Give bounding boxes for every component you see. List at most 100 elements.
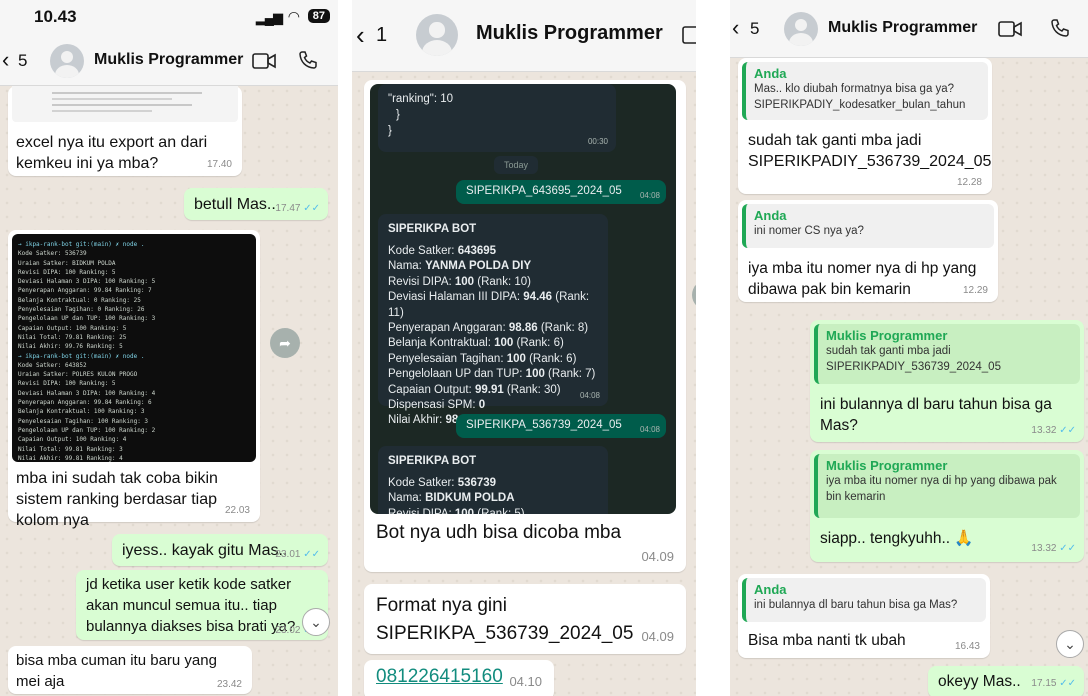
message-text: sudah tak ganti mba jadi SIPERIKPADIY_53… xyxy=(748,132,992,170)
message-text: iya mba itu nomer nya di hp yang dibawa … xyxy=(748,260,977,298)
message-time: 13.32 xyxy=(1031,425,1057,436)
message-outgoing[interactable]: iyess.. kayak gitu Mas.. 23.01 ✓✓ xyxy=(112,534,328,566)
reply-message-incoming[interactable]: Anda Mas.. klo diubah formatnya bisa ga … xyxy=(738,58,992,194)
message-outgoing[interactable]: okeyy Mas.. 17.15 ✓✓ xyxy=(928,666,1084,696)
bot-reply-lines: Kode Satker: 536739 Nama: BIDKUM POLDA Rev… xyxy=(388,476,525,514)
field-label: Pengelolaan UP dan TUP: xyxy=(388,368,526,381)
phone-number-link[interactable]: 081226415160 xyxy=(376,666,503,688)
field-rank: (Rank: 30) xyxy=(503,383,561,396)
avatar[interactable] xyxy=(416,14,458,56)
quoted-message[interactable]: Anda Mas.. klo diubah formatnya bisa ga … xyxy=(742,62,988,120)
bot-chat-screenshot[interactable]: "ranking": 10 } } 00:30 Today SIPERIKPA_… xyxy=(370,84,676,514)
date-divider: Today xyxy=(494,156,539,174)
avatar[interactable] xyxy=(784,12,818,46)
terminal-line: → ikpa-rank-bot git:(main) ✗ node . xyxy=(18,241,145,248)
scroll-down-icon[interactable]: ⌄ xyxy=(1056,630,1084,658)
quoted-message[interactable]: Anda ini nomer CS nya ya? xyxy=(742,204,994,248)
back-unread-count[interactable]: 5 xyxy=(18,51,27,71)
field-label: Deviasi Halaman III DIPA: xyxy=(388,291,524,304)
read-ticks-icon: ✓✓ xyxy=(303,549,320,560)
quoted-author: Anda xyxy=(754,582,787,597)
quoted-author: Muklis Programmer xyxy=(826,328,948,343)
read-ticks-icon: ✓✓ xyxy=(1059,678,1076,689)
reply-message-outgoing[interactable]: Muklis Programmer sudah tak ganti mba ja… xyxy=(810,320,1084,442)
terminal-line: Nilai Total: 79.81 Ranking: 25 xyxy=(18,333,127,341)
read-ticks-icon: ✓✓ xyxy=(303,203,320,214)
message-text: Format nya gini SIPERIKPA_536739_2024_05 xyxy=(376,595,634,644)
field-value: 643695 xyxy=(457,245,497,257)
message-time: 12.28 xyxy=(956,177,982,188)
field-label: Kode Satker: xyxy=(388,245,458,257)
message-incoming[interactable]: excel nya itu export an dari kemkeu ini … xyxy=(8,86,242,176)
field-label: Belanja Kontraktual: xyxy=(388,337,495,350)
message-incoming[interactable]: bisa mba cuman itu baru yang mei aja 23.… xyxy=(8,646,252,694)
message-incoming-image[interactable]: "ranking": 10 } } 00:30 Today SIPERIKPA_… xyxy=(364,80,686,572)
message-outgoing[interactable]: jd ketika user ketik kode satker akan mu… xyxy=(76,570,328,640)
video-call-icon[interactable] xyxy=(252,52,276,70)
field-value: BIDKUM POLDA xyxy=(425,492,515,505)
terminal-line: Deviasi Halaman 3 DIPA: 100 Ranking: 4 xyxy=(18,389,156,397)
terminal-line: Penyerapan Anggaran: 99.84 Ranking: 7 xyxy=(18,287,152,295)
quoted-message[interactable]: Muklis Programmer iya mba itu nomer nya … xyxy=(814,454,1080,518)
forward-icon[interactable]: ➦ xyxy=(270,328,300,358)
field-value: YANMA POLDA DIY xyxy=(425,260,532,273)
field-rank: (Rank: 6) xyxy=(513,337,564,350)
message-incoming[interactable]: Format nya gini SIPERIKPA_536739_2024_05… xyxy=(364,584,686,654)
bot-reply-line: Nama: YANMA POLDA DIY xyxy=(388,259,608,274)
reply-message-incoming[interactable]: Anda ini nomer CS nya ya? iya mba itu no… xyxy=(738,200,998,302)
message-outgoing[interactable]: betull Mas.. 17.47 ✓✓ xyxy=(184,188,328,220)
quoted-message[interactable]: Anda ini bulannya dl baru tahun bisa ga … xyxy=(742,578,986,622)
message-incoming-image[interactable]: → ikpa-rank-bot git:(main) ✗ node . Kode … xyxy=(8,230,260,529)
contact-name[interactable]: Muklis Programmer xyxy=(94,51,243,69)
reply-message-outgoing[interactable]: Muklis Programmer iya mba itu nomer nya … xyxy=(810,450,1084,562)
reply-message-incoming[interactable]: Anda ini bulannya dl baru tahun bisa ga … xyxy=(738,574,990,658)
back-chevron-icon[interactable]: ‹ xyxy=(356,20,365,51)
message-time: 22.03 xyxy=(224,505,250,516)
field-label: Dispensasi SPM: xyxy=(388,399,479,412)
code-line: } xyxy=(388,125,392,137)
scroll-down-icon[interactable]: ⌄ xyxy=(302,608,330,636)
field-value: 94.46 xyxy=(523,291,553,304)
terminal-line: Nilai Akhir: 99.81 Ranking: 4 xyxy=(18,454,123,462)
phone-call-icon[interactable] xyxy=(1050,18,1070,38)
bot-reply-message: SIPERIKPA BOT Kode Satker: 643695 Nama: Y… xyxy=(378,214,608,426)
image-preview[interactable] xyxy=(12,86,238,122)
message-text: Bot nya udh bisa dicoba mba xyxy=(376,522,622,543)
terminal-line: Uraian Satker: BIDKUM POLDA xyxy=(18,259,116,267)
video-call-icon[interactable] xyxy=(682,26,696,44)
bot-reply-line: Revisi DIPA: 100 (Rank: 5) xyxy=(388,507,525,514)
quoted-author: Muklis Programmer xyxy=(826,458,948,473)
message-time: 16.43 xyxy=(954,641,980,652)
message-time: 13.32 xyxy=(1031,543,1057,554)
contact-name[interactable]: Muklis Programmer xyxy=(828,19,977,37)
back-unread-count[interactable]: 1 xyxy=(376,24,387,47)
command-text: SIPERIKPA_643695_2024_05 xyxy=(466,185,622,197)
field-label: Nilai Akhir: xyxy=(388,414,446,427)
bot-reply-line: Nama: BIDKUM POLDA xyxy=(388,491,525,506)
terminal-line: Nilai Akhir: 99.76 Ranking: 5 xyxy=(18,343,123,351)
user-command-message: SIPERIKPA_643695_2024_05 04:08 xyxy=(456,180,666,204)
message-incoming[interactable]: 081226415160 04.10 xyxy=(364,660,554,696)
field-rank: (Rank: 5) xyxy=(474,507,525,514)
message-meta: 13.32 ✓✓ xyxy=(1031,543,1076,554)
avatar[interactable] xyxy=(50,44,84,78)
message-text: excel nya itu export an dari kemkeu ini … xyxy=(16,134,208,172)
terminal-screenshot[interactable]: → ikpa-rank-bot git:(main) ✗ node . Kode … xyxy=(12,234,256,462)
contact-name[interactable]: Muklis Programmer xyxy=(476,22,663,45)
terminal-line: Capaian Output: 100 Ranking: 5 xyxy=(18,324,127,332)
quoted-text: Mas.. klo diubah formatnya bisa ga ya? S… xyxy=(754,83,966,111)
message-meta: 17.47 ✓✓ xyxy=(275,203,320,214)
quoted-message[interactable]: Muklis Programmer sudah tak ganti mba ja… xyxy=(814,324,1080,384)
bot-message-code: "ranking": 10 } } 00:30 xyxy=(378,84,616,152)
back-unread-count[interactable]: 5 xyxy=(750,19,759,39)
video-call-icon[interactable] xyxy=(998,20,1022,38)
bot-reply-line: Penyerapan Anggaran: 98.86 (Rank: 8) xyxy=(388,321,608,336)
back-chevron-icon[interactable]: ‹ xyxy=(732,15,739,41)
bot-reply-line: Kode Satker: 536739 xyxy=(388,476,525,491)
message-text: siapp.. tengkyuhh.. 🙏 xyxy=(820,530,974,547)
terminal-line: Revisi DIPA: 100 Ranking: 5 xyxy=(18,380,116,388)
field-label: Revisi DIPA: xyxy=(388,507,455,514)
field-label: Capaian Output: xyxy=(388,383,475,396)
back-chevron-icon[interactable]: ‹ xyxy=(2,47,9,73)
phone-call-icon[interactable] xyxy=(298,50,318,70)
